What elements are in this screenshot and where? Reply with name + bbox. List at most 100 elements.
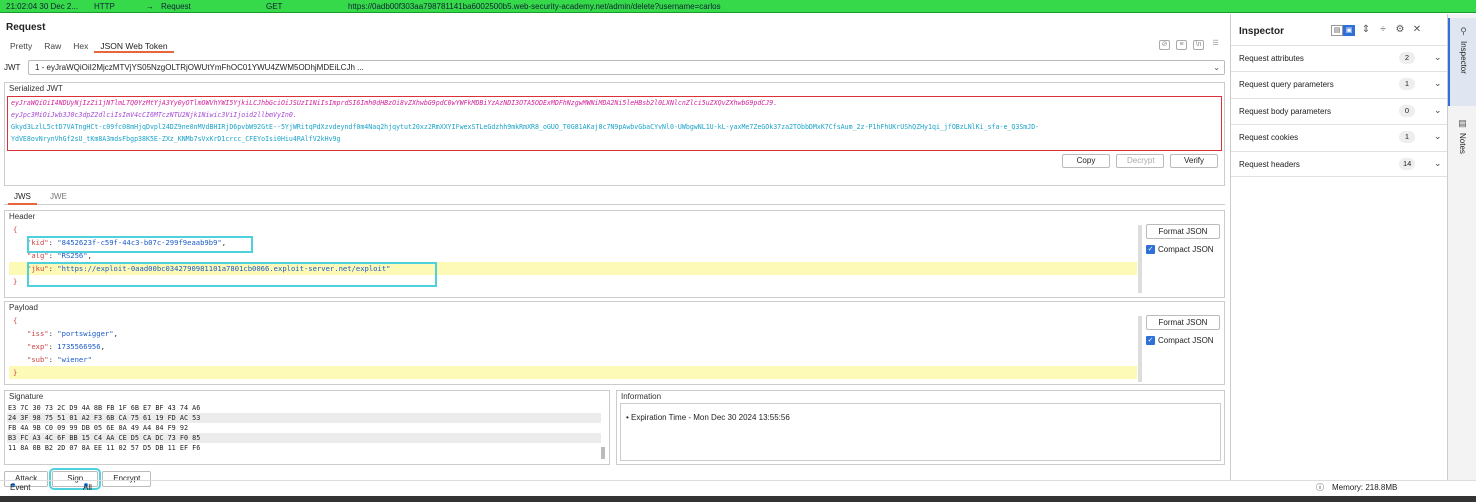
all-issues-link[interactable]: All issues (14) (83, 481, 106, 502)
information-content: • Expiration Time - Mon Dec 30 2024 13:5… (620, 403, 1221, 461)
header-label: Header (9, 212, 36, 221)
side-tab-inspector-label: Inspector (1459, 41, 1468, 74)
information-panel: Information • Expiration Time - Mon Dec … (616, 390, 1225, 465)
payload-side-actions: Format JSON ✓ Compact JSON (1146, 315, 1220, 345)
signature-hex-editor[interactable]: E3 7C 30 73 2C D9 4A 8B FB 1F 6B E7 BF 4… (7, 403, 601, 453)
hex-row: E3 7C 30 73 2C D9 4A 8B FB 1F 6B E7 BF 4… (8, 404, 201, 412)
side-tab-notes-label: Notes (1458, 133, 1467, 154)
side-tabs: ⚲ Inspector ▤ Notes (1447, 14, 1476, 480)
iss-key: "iss" (27, 329, 49, 338)
payload-editor[interactable]: { "iss": "portswigger", "exp": 173556695… (9, 314, 1137, 379)
inspector-row-query-parameters[interactable]: Request query parameters 1 ⌄ (1231, 71, 1448, 97)
tab-jwe[interactable]: JWE (44, 191, 73, 203)
jwt-signature-part: Gkyd3LzlL5ctD7VATngHCt-c09fc08mHjqDvpl24… (11, 123, 1040, 131)
verify-button[interactable]: Verify (1170, 154, 1218, 168)
kid-annotation-box (27, 236, 253, 253)
signature-scrollbar[interactable] (601, 447, 605, 459)
tab-hex[interactable]: Hex (67, 39, 94, 53)
count-badge: 14 (1399, 158, 1416, 170)
jwt-selector-row: JWT 1 - eyJraWQiOiI2MjczMTVjYS05NzgOLTRj… (4, 60, 1225, 76)
exp-value: 1735566956 (57, 342, 101, 351)
status-bar: Event log (16) All issues (14) ⓘ Memory:… (0, 480, 1476, 502)
jwt-select[interactable]: 1 - eyJraWQiOiI2MjczMTVjYS05NzgOLTRjOWUt… (28, 60, 1225, 75)
menu-icon[interactable]: ☰ (1210, 40, 1221, 50)
inspector-row-label: Request body parameters (1239, 107, 1332, 116)
collapse-all-icon[interactable]: ÷ (1377, 24, 1389, 36)
wrap-icon[interactable]: ≡ (1176, 40, 1187, 50)
serialized-jwt-label: Serialized JWT (9, 84, 63, 93)
chevron-down-icon: ⌄ (1434, 158, 1442, 168)
payload-scrollbar[interactable] (1138, 316, 1142, 382)
header-open-brace: { (13, 225, 18, 234)
layout-toggle[interactable]: ▤ ▣ (1331, 24, 1355, 36)
inspector-row-body-parameters[interactable]: Request body parameters 0 ⌄ (1231, 98, 1448, 124)
inspector-toolbar: ▤ ▣ ⇕ ÷ ⚙ ✕ (1331, 24, 1423, 36)
chevron-down-icon: ⌄ (1434, 78, 1442, 88)
jwt-signature-part-2: YdVE8ovNrynVhGf2sU_tKm8A3mdsFbgp38K5E-ZX… (11, 135, 341, 143)
inspector-row-label: Request query parameters (1239, 80, 1334, 89)
history-time: 21:02:04 30 Dec 2... (6, 2, 79, 11)
iss-value: "portswigger" (57, 329, 114, 338)
payload-compact-json-label: Compact JSON (1158, 336, 1214, 345)
inspector-row-headers[interactable]: Request headers 14 ⌄ (1231, 151, 1448, 177)
expand-all-icon[interactable]: ⇕ (1360, 24, 1372, 36)
inspector-panel: Inspector ▤ ▣ ⇕ ÷ ⚙ ✕ Request attributes… (1230, 14, 1448, 480)
tab-jws[interactable]: JWS (8, 191, 37, 205)
event-log-link[interactable]: Event log (16) (10, 481, 30, 502)
tab-raw[interactable]: Raw (38, 39, 67, 53)
inspector-title: Inspector (1239, 26, 1285, 37)
payload-compact-json-checkbox[interactable]: ✓ Compact JSON (1146, 336, 1220, 345)
copy-button[interactable]: Copy (1062, 154, 1110, 168)
signature-panel: Signature E3 7C 30 73 2C D9 4A 8B FB 1F … (4, 390, 610, 465)
inspector-row-cookies[interactable]: Request cookies 1 ⌄ (1231, 124, 1448, 150)
hex-row: 11 8A 0B B2 2D 07 8A EE 11 02 57 D5 DB 1… (8, 444, 201, 452)
tab-pretty[interactable]: Pretty (4, 39, 38, 53)
close-icon[interactable]: ✕ (1411, 24, 1423, 36)
chevron-down-icon: ⌄ (1434, 105, 1442, 115)
expiration-time: • Expiration Time - Mon Dec 30 2024 13:5… (626, 413, 790, 422)
payload-open-brace: { (13, 316, 18, 325)
history-url: https://0adb00f303aa798781141ba6002500b5… (348, 2, 721, 11)
serialized-jwt-text[interactable]: eyJraWQiOiI4NDUyNjIzZi1jNTlmLTQ0YzMtYjA3… (7, 96, 1222, 151)
checkmark-icon: ✓ (1146, 336, 1155, 345)
inspector-row-label: Request headers (1239, 160, 1300, 169)
notes-icon: ▤ (1458, 118, 1467, 128)
newline-icon[interactable]: \n (1193, 40, 1204, 50)
inspector-row-label: Request attributes (1239, 54, 1304, 63)
history-type: Request (161, 2, 191, 11)
header-side-actions: Format JSON ✓ Compact JSON (1146, 224, 1220, 254)
side-tab-notes[interactable]: ▤ Notes (1448, 114, 1476, 174)
hide-icon[interactable]: ⊘ (1159, 40, 1170, 50)
checkmark-icon: ✓ (1146, 245, 1155, 254)
hex-row: FB 4A 9B C0 09 99 DB 05 6E 0A 49 A4 84 F… (8, 424, 189, 432)
request-tabs: Pretty Raw Hex JSON Web Token (4, 39, 174, 53)
history-method: GET (266, 2, 283, 11)
payload-format-json-button[interactable]: Format JSON (1146, 315, 1220, 330)
decrypt-button[interactable]: Decrypt (1116, 154, 1164, 168)
count-badge: 2 (1399, 52, 1415, 64)
gear-icon[interactable]: ⚙ (1394, 24, 1406, 36)
panel-layout-icon[interactable]: ▣ (1343, 24, 1355, 36)
history-direction: → (146, 2, 154, 11)
payload-label: Payload (9, 303, 38, 312)
jwt-header-panel: Header { "kid": "8452623f-c59f-44c3-b07c… (4, 210, 1225, 298)
jwt-payload-panel: Payload { "iss": "portswigger", "exp": 1… (4, 301, 1225, 385)
side-tab-inspector[interactable]: ⚲ Inspector (1448, 18, 1476, 106)
list-layout-icon[interactable]: ▤ (1331, 24, 1343, 36)
jws-jwe-tabs: JWS JWE (4, 191, 1225, 205)
request-panel: Request Pretty Raw Hex JSON Web Token ⊘ … (0, 14, 1229, 490)
sub-key: "sub" (27, 355, 49, 364)
header-close-brace: } (13, 277, 18, 286)
inspector-row-request-attributes[interactable]: Request attributes 2 ⌄ (1231, 45, 1448, 71)
inspector-row-label: Request cookies (1239, 133, 1299, 142)
payload-close-brace: } (13, 368, 18, 377)
hex-row: 24 3F 98 75 51 01 A2 F3 6B CA 75 61 19 F… (7, 413, 601, 423)
header-format-json-button[interactable]: Format JSON (1146, 224, 1220, 239)
info-icon: ⓘ (1316, 483, 1324, 492)
header-compact-json-checkbox[interactable]: ✓ Compact JSON (1146, 245, 1220, 254)
header-scrollbar[interactable] (1138, 225, 1142, 293)
tab-json-web-token[interactable]: JSON Web Token (94, 39, 174, 53)
history-row[interactable]: 21:02:04 30 Dec 2... HTTP → Request GET … (0, 0, 1476, 13)
count-badge: 0 (1399, 105, 1415, 117)
request-toolbar: ⊘ ≡ \n ☰ (1159, 40, 1221, 50)
